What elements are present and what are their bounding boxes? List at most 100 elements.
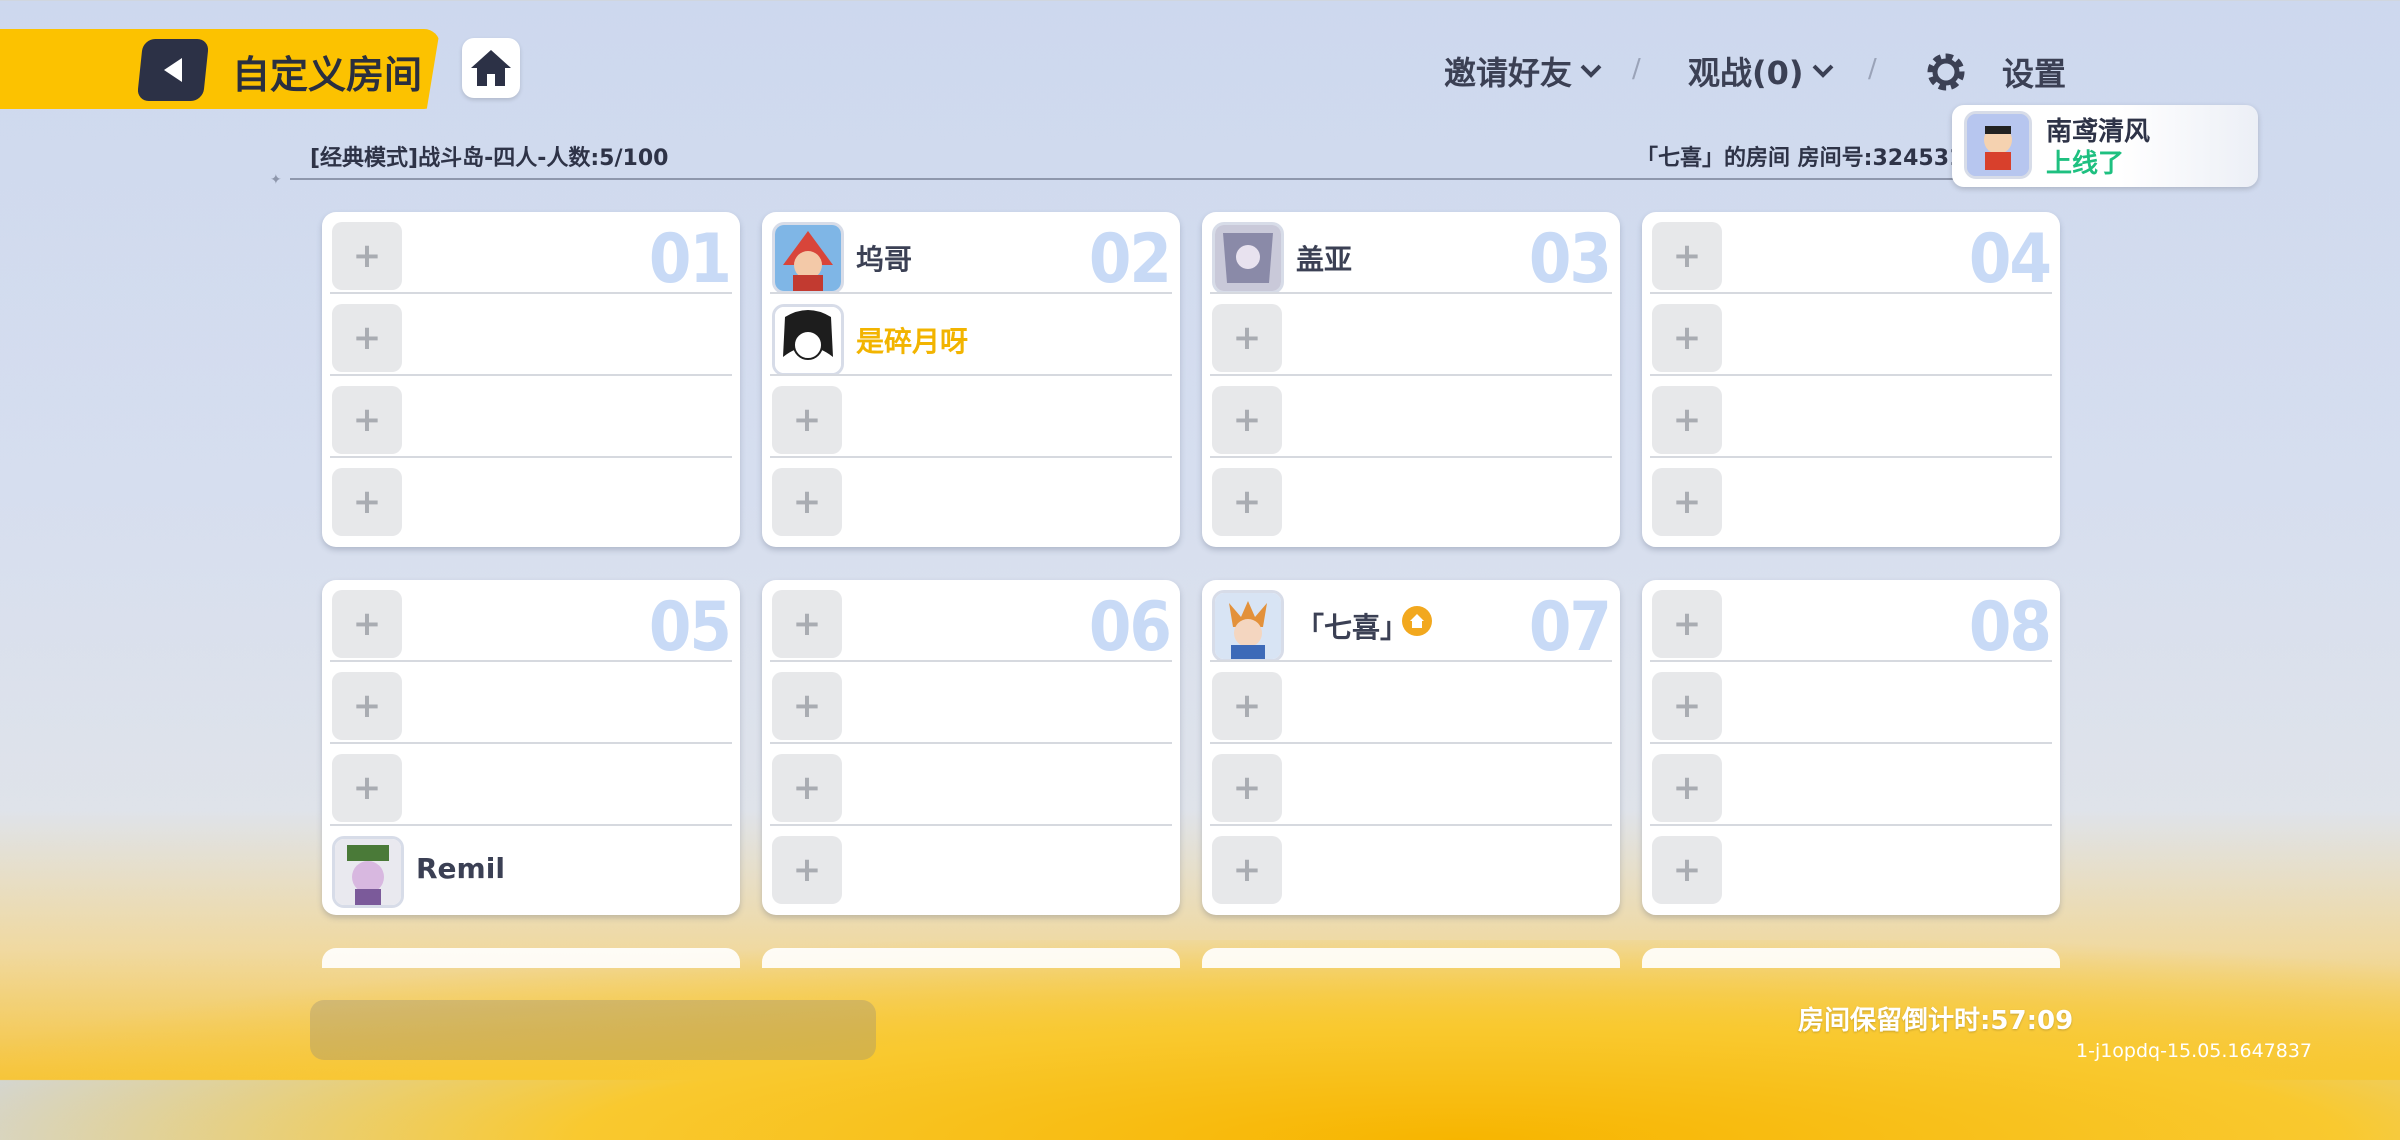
team-slot[interactable]: + [770, 580, 1172, 662]
team-slot[interactable]: + [1650, 744, 2052, 826]
team-slot[interactable]: 是碎月呀 [770, 294, 1172, 376]
team-slot[interactable]: 盖亚 [1210, 212, 1612, 294]
team-slot[interactable]: + [1210, 826, 1612, 908]
add-player-button[interactable]: + [332, 386, 402, 454]
team-slot[interactable]: + [1650, 580, 2052, 662]
separator: / [1632, 54, 1641, 84]
add-player-button[interactable]: + [1212, 672, 1282, 740]
plus-icon: + [792, 768, 822, 808]
plus-icon: + [792, 850, 822, 890]
team-slot[interactable]: + [1210, 376, 1612, 458]
divider-marker: ✦ [270, 172, 282, 188]
team-slot[interactable]: + [330, 744, 732, 826]
add-player-button[interactable]: + [1212, 386, 1282, 454]
add-player-button[interactable]: + [1652, 590, 1722, 658]
team-slot[interactable]: + [1210, 662, 1612, 744]
add-player-button[interactable]: + [1652, 754, 1722, 822]
add-player-button[interactable]: + [1652, 672, 1722, 740]
team-slot[interactable]: + [770, 744, 1172, 826]
spectate-button[interactable]: 观战(0) [1688, 48, 1834, 94]
plus-icon: + [792, 400, 822, 440]
team-slot[interactable]: + [770, 662, 1172, 744]
avatar[interactable] [332, 836, 404, 908]
team-slot[interactable]: + [330, 376, 732, 458]
add-player-button[interactable]: + [772, 590, 842, 658]
team-slot[interactable]: 「七喜」 [1210, 580, 1612, 662]
add-player-button[interactable]: + [772, 836, 842, 904]
add-player-button[interactable]: + [772, 754, 842, 822]
friend-online-notification[interactable]: 南鸢清风 上线了 [1952, 105, 2258, 187]
plus-icon: + [352, 686, 382, 726]
add-player-button[interactable]: + [332, 754, 402, 822]
add-player-button[interactable]: + [332, 590, 402, 658]
add-player-button[interactable]: + [1652, 836, 1722, 904]
add-player-button[interactable]: + [1212, 304, 1282, 372]
plus-icon: + [792, 604, 822, 644]
team-card: 05 + + + Remil [322, 580, 740, 915]
team-slot[interactable]: + [1650, 826, 2052, 908]
add-player-button[interactable]: + [1212, 468, 1282, 536]
add-player-button[interactable]: + [1652, 386, 1722, 454]
add-player-button[interactable]: + [1652, 304, 1722, 372]
add-player-button[interactable]: + [332, 222, 402, 290]
team-slot[interactable]: + [330, 580, 732, 662]
plus-icon: + [1672, 318, 1702, 358]
add-player-button[interactable]: + [772, 672, 842, 740]
room-mode-info: [经典模式]战斗岛-四人-人数:5/100 [310, 146, 669, 171]
add-player-button[interactable]: + [772, 386, 842, 454]
team-slot[interactable]: Remil [330, 826, 732, 908]
team-slot[interactable]: + [1650, 212, 2052, 294]
add-player-button[interactable]: + [1212, 836, 1282, 904]
avatar[interactable] [772, 304, 844, 376]
plus-icon: + [352, 318, 382, 358]
team-slot[interactable]: + [1210, 458, 1612, 540]
team-slot[interactable]: + [330, 294, 732, 376]
player-name: 盖亚 [1296, 243, 1353, 276]
team-slot[interactable]: + [1210, 294, 1612, 376]
add-player-button[interactable]: + [1652, 468, 1722, 536]
add-player-button[interactable]: + [332, 304, 402, 372]
team-card: 04 + + + + [1642, 212, 2060, 547]
player-name: 坞哥 [856, 243, 913, 276]
team-slot[interactable]: 坞哥 [770, 212, 1172, 294]
avatar[interactable] [772, 222, 844, 294]
team-slot[interactable]: + [330, 212, 732, 294]
team-slot[interactable]: + [1650, 294, 2052, 376]
team-card: 03 盖亚 + + + [1202, 212, 1620, 547]
avatar [1964, 111, 2032, 179]
team-slot[interactable]: + [1210, 744, 1612, 826]
plus-icon: + [1672, 236, 1702, 276]
team-slot[interactable]: + [330, 662, 732, 744]
add-player-button[interactable]: + [1652, 222, 1722, 290]
gear-icon [1927, 53, 1965, 91]
plus-icon: + [1232, 768, 1262, 808]
team-slot[interactable]: + [1650, 662, 2052, 744]
room-countdown: 房间保留倒计时:57:09 [1798, 1006, 2074, 1036]
plus-icon: + [1232, 850, 1262, 890]
team-slot[interactable]: + [770, 376, 1172, 458]
avatar[interactable] [1212, 222, 1284, 294]
plus-icon: + [1232, 400, 1262, 440]
team-slot[interactable]: + [770, 458, 1172, 540]
settings-button[interactable]: 设置 [1922, 48, 2066, 96]
add-player-button[interactable]: + [332, 468, 402, 536]
spectate-label: 观战(0) [1688, 54, 1804, 92]
add-player-button[interactable]: + [332, 672, 402, 740]
avatar[interactable] [1212, 590, 1284, 662]
home-button[interactable] [462, 38, 520, 98]
team-slot[interactable]: + [1650, 376, 2052, 458]
invite-friends-button[interactable]: 邀请好友 [1444, 48, 1602, 94]
team-slot[interactable]: + [330, 458, 732, 540]
home-icon [471, 50, 511, 86]
plus-icon: + [1232, 686, 1262, 726]
team-slot[interactable]: + [770, 826, 1172, 908]
team-slot[interactable]: + [1650, 458, 2052, 540]
back-button[interactable] [136, 39, 210, 101]
team-card: 07 「七喜」 + + + [1202, 580, 1620, 915]
add-player-button[interactable]: + [1212, 754, 1282, 822]
add-player-button[interactable]: + [772, 468, 842, 536]
plus-icon: + [1232, 318, 1262, 358]
plus-icon: + [1672, 850, 1702, 890]
chat-input[interactable] [310, 1000, 876, 1060]
back-arrow-icon [164, 58, 182, 82]
